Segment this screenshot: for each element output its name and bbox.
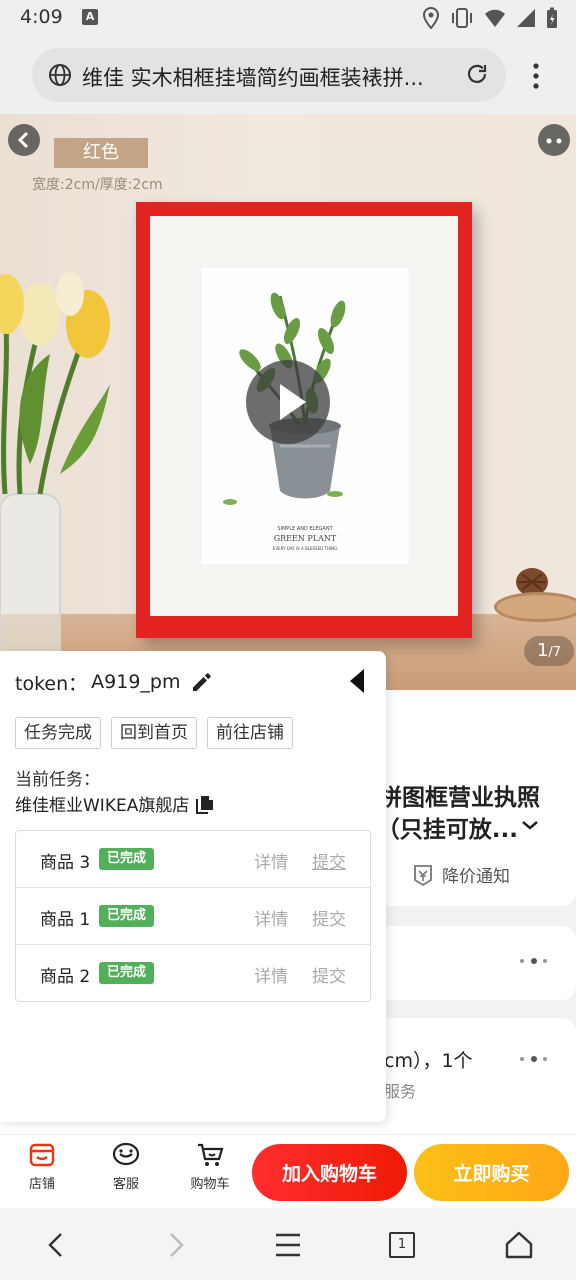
buy-now-button[interactable]: 立即购买	[414, 1144, 569, 1201]
signal-icon	[517, 9, 535, 27]
tabs-button[interactable]: 1	[389, 1232, 415, 1258]
go-store-button[interactable]: 前往店铺	[207, 717, 293, 749]
page-current: 1	[536, 640, 549, 661]
cart-label: 购物车	[190, 1177, 230, 1192]
token-label: token：	[15, 672, 88, 695]
panel-actions: 任务完成 回到首页 前往店铺	[15, 717, 293, 749]
more-vert-icon[interactable]	[526, 60, 546, 92]
more-button[interactable]	[538, 124, 570, 156]
status-badge: 已完成	[99, 848, 155, 870]
art-caption-sub: EVERY DAY IS A BLESSED THING	[272, 546, 338, 551]
page-total: /7	[548, 645, 562, 660]
play-icon	[280, 384, 306, 420]
detail-link[interactable]: 详情	[254, 848, 288, 873]
task-row: 商品 2 已完成 详情 提交	[16, 945, 370, 1001]
submit-link[interactable]: 提交	[312, 848, 346, 873]
detail-link[interactable]: 详情	[254, 905, 288, 930]
service-tab[interactable]: 客服	[96, 1141, 156, 1192]
tab-count: 1	[397, 1237, 407, 1252]
play-video-button[interactable]	[246, 360, 330, 444]
wifi-icon	[485, 9, 505, 27]
task-name: 商品 2	[40, 967, 91, 987]
home-icon[interactable]	[504, 1230, 534, 1260]
menu-icon[interactable]	[273, 1230, 303, 1260]
battery-icon	[547, 7, 557, 28]
service-label: 客服	[112, 1177, 139, 1192]
wood-disc-image	[494, 592, 576, 622]
color-tag: 红色	[54, 138, 148, 168]
tulip-vase-image	[0, 272, 110, 684]
vibrate-icon	[452, 8, 472, 28]
store-name: 维佳框业WIKEA旗舰店	[15, 796, 190, 816]
task-row: 商品 1 已完成 详情 提交	[16, 888, 370, 945]
status-badge: 已完成	[99, 962, 155, 984]
store-icon	[29, 1143, 55, 1167]
task-panel: token： A919_pm 任务完成 回到首页 前往店铺 当前任务： 维佳框业…	[0, 651, 386, 1122]
back-icon[interactable]	[42, 1230, 72, 1260]
task-name: 商品 1	[40, 910, 91, 930]
art-caption-small: SIMPLE AND ELEGANT	[277, 526, 333, 532]
token-row: token： A919_pm	[15, 667, 214, 697]
task-complete-button[interactable]: 任务完成	[15, 717, 101, 749]
submit-link[interactable]: 提交	[312, 905, 346, 930]
bottom-action-bar: 店铺 客服 购物车 加入购物车 立即购买	[0, 1134, 576, 1208]
edit-pencil-icon[interactable]	[190, 670, 214, 694]
screen: 4:09 A 维佳 实木相框挂墙简约画框装裱拼... 红色 宽度:2cm/厚度:…	[0, 0, 576, 1280]
reload-icon[interactable]	[464, 61, 490, 87]
collapse-panel-icon[interactable]	[344, 665, 370, 697]
detail-link[interactable]: 详情	[254, 962, 288, 987]
chevron-down-icon[interactable]	[520, 818, 540, 832]
location-icon	[422, 7, 440, 29]
task-list: 商品 3 已完成 详情 提交 商品 1 已完成 详情 提交 商品 2 已完成 详…	[15, 830, 371, 1002]
back-home-button[interactable]: 回到首页	[111, 717, 197, 749]
back-button[interactable]	[8, 124, 40, 156]
task-name: 商品 3	[40, 853, 91, 873]
status-time: 4:09	[20, 6, 63, 28]
cart-icon	[198, 1143, 224, 1166]
status-icons	[422, 6, 558, 30]
browser-nav-bar: 1	[0, 1208, 576, 1280]
size-note: 宽度:2cm/厚度:2cm	[32, 177, 163, 193]
more-horiz-icon	[546, 138, 562, 144]
address-bar[interactable]: 维佳 实木相框挂墙简约画框装裱拼...	[32, 48, 506, 102]
copy-icon[interactable]	[195, 794, 215, 814]
status-bar: 4:09 A	[0, 0, 576, 36]
price-notice-button[interactable]: 降价通知	[412, 862, 510, 887]
customer-service-icon	[112, 1142, 140, 1166]
current-task-store: 维佳框业WIKEA旗舰店	[15, 791, 215, 816]
submit-link[interactable]: 提交	[312, 962, 346, 987]
status-badge: 已完成	[99, 905, 155, 927]
task-row: 商品 3 已完成 详情 提交	[16, 831, 370, 888]
browser-toolbar: 维佳 实木相框挂墙简约画框装裱拼...	[0, 36, 576, 114]
more-dots-icon	[520, 1054, 550, 1064]
token-value: A919_pm	[91, 671, 181, 693]
globe-icon	[49, 64, 71, 86]
url-text: 维佳 实木相框挂墙简约画框装裱拼...	[82, 66, 424, 90]
price-notice-label: 降价通知	[442, 867, 510, 887]
current-task-label: 当前任务：	[15, 770, 100, 790]
a-badge-icon: A	[82, 9, 98, 25]
store-label: 店铺	[28, 1177, 55, 1192]
image-page-indicator: 1/7	[524, 636, 574, 666]
spec-text: cm），1个	[384, 1050, 473, 1072]
add-to-cart-button[interactable]: 加入购物车	[252, 1144, 407, 1201]
store-tab[interactable]: 店铺	[12, 1141, 72, 1192]
spec-sub: 服务	[384, 1082, 417, 1101]
cart-tab[interactable]: 购物车	[180, 1141, 240, 1192]
product-image[interactable]: 红色 宽度:2cm/厚度:2cm SIMPLE AND ELEGANT GREE…	[0, 114, 576, 690]
chevron-left-icon	[17, 131, 29, 149]
price-tag-icon	[414, 864, 432, 886]
art-caption-title: GREEN PLANT	[273, 534, 337, 543]
more-dots-icon	[520, 956, 550, 966]
forward-icon[interactable]	[160, 1230, 190, 1260]
